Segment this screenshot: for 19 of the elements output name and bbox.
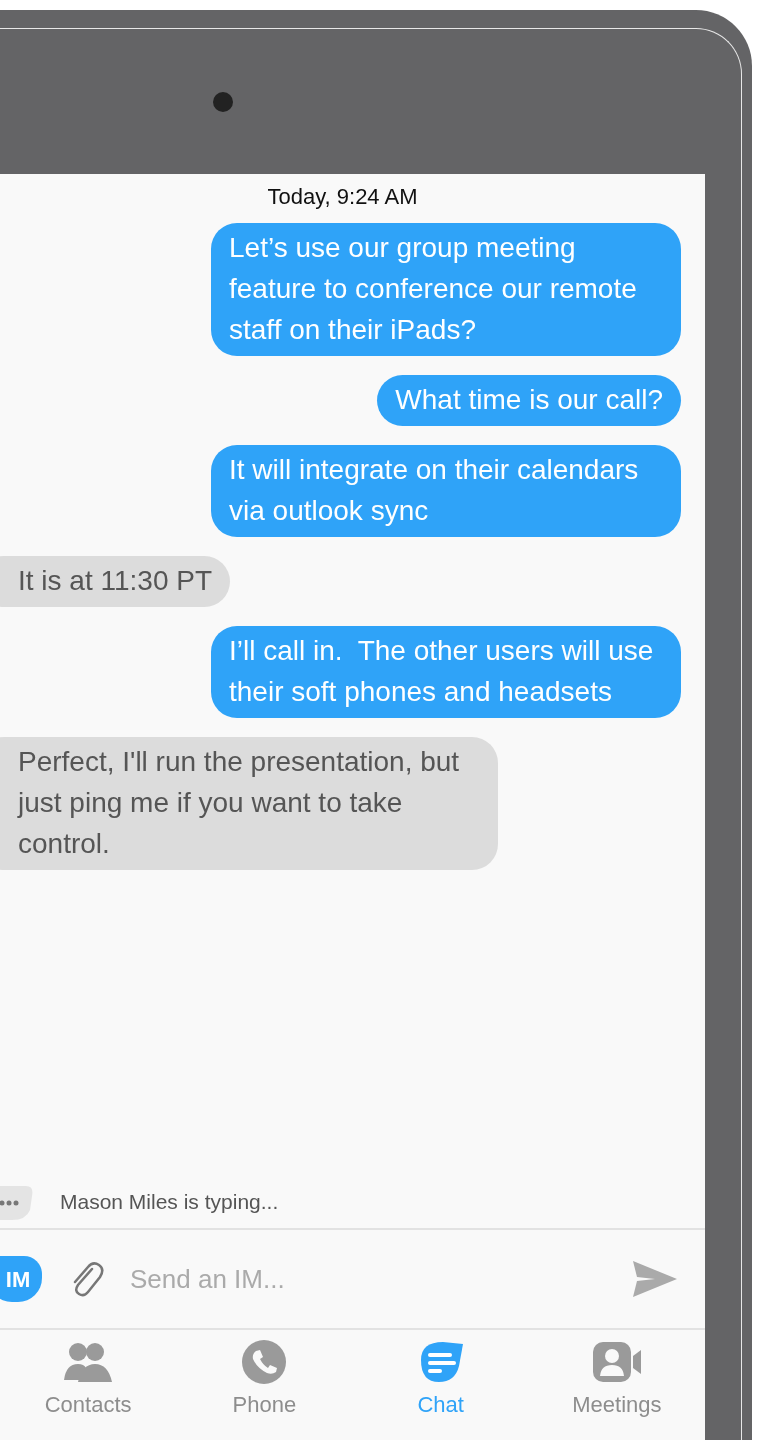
message-input[interactable]: Send an IM... <box>130 1259 607 1299</box>
received-message: It is at 11:30 PT <box>0 556 231 607</box>
camera-dot <box>213 92 233 112</box>
sent-message: Let’s use our group meeting feature to conference our remote staff on their iPads? <box>211 223 681 356</box>
im-badge: IM <box>0 1256 42 1302</box>
typing-indicator: Mason Miles is typing... <box>60 1189 279 1216</box>
sent-message: It will integrate on their calendars via outlook sync <box>211 445 681 537</box>
tab[interactable]: Phone <box>176 1330 353 1440</box>
send-icon[interactable] <box>633 1261 677 1297</box>
phone-icon <box>242 1340 287 1384</box>
tab[interactable]: Chat <box>352 1330 529 1440</box>
sent-message: I’ll call in. The other users will use their soft phones and headsets <box>211 626 681 718</box>
people-icon <box>62 1340 115 1384</box>
timestamp: Today, 9:24 AM <box>266 183 419 211</box>
sent-message: What time is our call? <box>377 375 681 426</box>
tab[interactable]: Contacts <box>0 1330 177 1440</box>
received-message: Perfect, I'll run the presentation, but just ping me if you want to take control. <box>0 737 498 870</box>
video-camera-icon <box>590 1340 643 1384</box>
tab[interactable]: Meetings <box>528 1330 705 1440</box>
